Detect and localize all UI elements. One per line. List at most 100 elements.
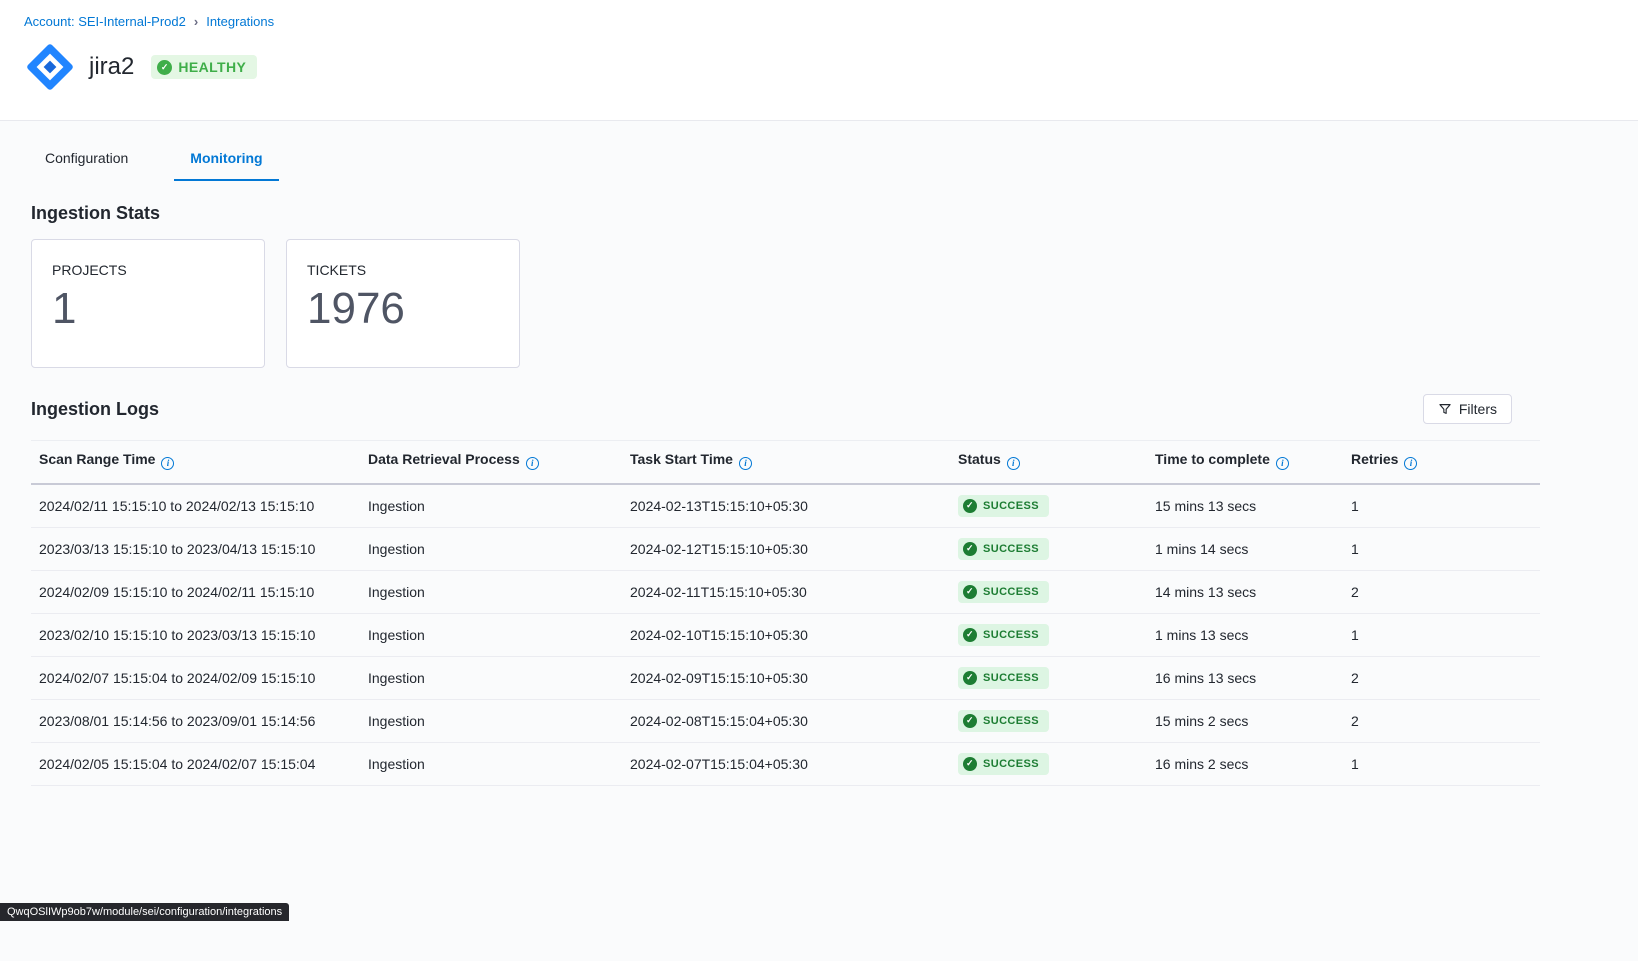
chevron-right-icon: › (194, 14, 198, 29)
status-cell: ✓ SUCCESS (950, 570, 1147, 613)
ingestion-logs-table: Scan Range Timei Data Retrieval Processi… (31, 440, 1540, 786)
check-circle-icon: ✓ (963, 585, 977, 599)
filters-button[interactable]: Filters (1423, 394, 1512, 424)
success-badge: ✓ SUCCESS (958, 581, 1049, 603)
filters-button-label: Filters (1459, 401, 1497, 417)
process-cell: Ingestion (360, 699, 622, 742)
task-start-cell: 2024-02-12T15:15:10+05:30 (622, 527, 950, 570)
scan-range-cell: 2024/02/11 15:15:10 to 2024/02/13 15:15:… (31, 484, 360, 528)
time-to-complete-cell: 15 mins 13 secs (1147, 484, 1343, 528)
time-to-complete-cell: 16 mins 2 secs (1147, 742, 1343, 785)
scan-range-cell: 2023/03/13 15:15:10 to 2023/04/13 15:15:… (31, 527, 360, 570)
success-badge: ✓ SUCCESS (958, 667, 1049, 689)
tickets-stat-card: TICKETS 1976 (286, 239, 520, 368)
column-time-to-complete: Time to completei (1147, 441, 1343, 484)
projects-stat-card: PROJECTS 1 (31, 239, 265, 368)
success-badge: ✓ SUCCESS (958, 753, 1049, 775)
tickets-card-label: TICKETS (307, 262, 499, 278)
link-preview-tooltip: QwqOSlIWp9ob7w/module/sei/configuration/… (0, 903, 289, 921)
process-cell: Ingestion (360, 742, 622, 785)
column-scan-range-time: Scan Range Timei (31, 441, 360, 484)
retries-cell: 2 (1343, 570, 1540, 613)
page-header: Account: SEI-Internal-Prod2 › Integratio… (0, 0, 1638, 121)
projects-card-label: PROJECTS (52, 262, 244, 278)
info-icon[interactable]: i (161, 457, 174, 470)
success-badge: ✓ SUCCESS (958, 710, 1049, 732)
success-badge: ✓ SUCCESS (958, 538, 1049, 560)
success-badge: ✓ SUCCESS (958, 624, 1049, 646)
success-label: SUCCESS (983, 586, 1039, 598)
scan-range-cell: 2024/02/07 15:15:04 to 2024/02/09 15:15:… (31, 656, 360, 699)
table-row: 2023/08/01 15:14:56 to 2023/09/01 15:14:… (31, 699, 1540, 742)
process-cell: Ingestion (360, 656, 622, 699)
column-task-start-time: Task Start Timei (622, 441, 950, 484)
table-row: 2024/02/05 15:15:04 to 2024/02/07 15:15:… (31, 742, 1540, 785)
success-label: SUCCESS (983, 500, 1039, 512)
process-cell: Ingestion (360, 570, 622, 613)
page-title: jira2 (89, 53, 134, 81)
process-cell: Ingestion (360, 484, 622, 528)
tab-configuration[interactable]: Configuration (29, 140, 144, 181)
integration-title-row: jira2 ✓ HEALTHY (24, 41, 1614, 93)
info-icon[interactable]: i (739, 457, 752, 470)
column-retries: Retriesi (1343, 441, 1540, 484)
scan-range-cell: 2024/02/09 15:15:10 to 2024/02/11 15:15:… (31, 570, 360, 613)
task-start-cell: 2024-02-10T15:15:10+05:30 (622, 613, 950, 656)
time-to-complete-cell: 15 mins 2 secs (1147, 699, 1343, 742)
projects-card-value: 1 (52, 287, 244, 331)
process-cell: Ingestion (360, 527, 622, 570)
table-row: 2024/02/09 15:15:10 to 2024/02/11 15:15:… (31, 570, 1540, 613)
success-label: SUCCESS (983, 629, 1039, 641)
check-circle-icon: ✓ (963, 757, 977, 771)
success-label: SUCCESS (983, 758, 1039, 770)
table-row: 2024/02/07 15:15:04 to 2024/02/09 15:15:… (31, 656, 1540, 699)
check-circle-icon: ✓ (157, 60, 172, 75)
task-start-cell: 2024-02-08T15:15:04+05:30 (622, 699, 950, 742)
success-label: SUCCESS (983, 715, 1039, 727)
healthy-status-badge: ✓ HEALTHY (151, 55, 257, 79)
retries-cell: 1 (1343, 527, 1540, 570)
monitoring-content: Ingestion Stats PROJECTS 1 TICKETS 1976 … (0, 203, 1638, 786)
check-circle-icon: ✓ (963, 714, 977, 728)
info-icon[interactable]: i (1007, 457, 1020, 470)
column-data-retrieval-process: Data Retrieval Processi (360, 441, 622, 484)
filter-funnel-icon (1438, 402, 1452, 416)
breadcrumb: Account: SEI-Internal-Prod2 › Integratio… (24, 14, 1614, 29)
success-label: SUCCESS (983, 543, 1039, 555)
stat-cards: PROJECTS 1 TICKETS 1976 (31, 239, 1540, 368)
ingestion-logs-header: Ingestion Logs Filters (31, 394, 1540, 424)
status-cell: ✓ SUCCESS (950, 742, 1147, 785)
status-cell: ✓ SUCCESS (950, 699, 1147, 742)
status-cell: ✓ SUCCESS (950, 484, 1147, 528)
check-circle-icon: ✓ (963, 671, 977, 685)
ingestion-logs-heading: Ingestion Logs (31, 399, 159, 420)
success-badge: ✓ SUCCESS (958, 495, 1049, 517)
task-start-cell: 2024-02-07T15:15:04+05:30 (622, 742, 950, 785)
task-start-cell: 2024-02-13T15:15:10+05:30 (622, 484, 950, 528)
time-to-complete-cell: 14 mins 13 secs (1147, 570, 1343, 613)
time-to-complete-cell: 1 mins 14 secs (1147, 527, 1343, 570)
scan-range-cell: 2023/08/01 15:14:56 to 2023/09/01 15:14:… (31, 699, 360, 742)
table-row: 2023/02/10 15:15:10 to 2023/03/13 15:15:… (31, 613, 1540, 656)
success-label: SUCCESS (983, 672, 1039, 684)
healthy-label: HEALTHY (178, 59, 246, 75)
breadcrumb-account-link[interactable]: Account: SEI-Internal-Prod2 (24, 14, 186, 29)
info-icon[interactable]: i (526, 457, 539, 470)
retries-cell: 2 (1343, 656, 1540, 699)
task-start-cell: 2024-02-11T15:15:10+05:30 (622, 570, 950, 613)
breadcrumb-integrations-link[interactable]: Integrations (206, 14, 274, 29)
status-cell: ✓ SUCCESS (950, 613, 1147, 656)
check-circle-icon: ✓ (963, 542, 977, 556)
tab-monitoring[interactable]: Monitoring (174, 140, 278, 181)
status-cell: ✓ SUCCESS (950, 656, 1147, 699)
retries-cell: 1 (1343, 613, 1540, 656)
check-circle-icon: ✓ (963, 499, 977, 513)
retries-cell: 2 (1343, 699, 1540, 742)
table-row: 2023/03/13 15:15:10 to 2023/04/13 15:15:… (31, 527, 1540, 570)
time-to-complete-cell: 16 mins 13 secs (1147, 656, 1343, 699)
check-circle-icon: ✓ (963, 628, 977, 642)
info-icon[interactable]: i (1276, 457, 1289, 470)
info-icon[interactable]: i (1404, 457, 1417, 470)
ingestion-stats-heading: Ingestion Stats (31, 203, 1540, 224)
scan-range-cell: 2024/02/05 15:15:04 to 2024/02/07 15:15:… (31, 742, 360, 785)
